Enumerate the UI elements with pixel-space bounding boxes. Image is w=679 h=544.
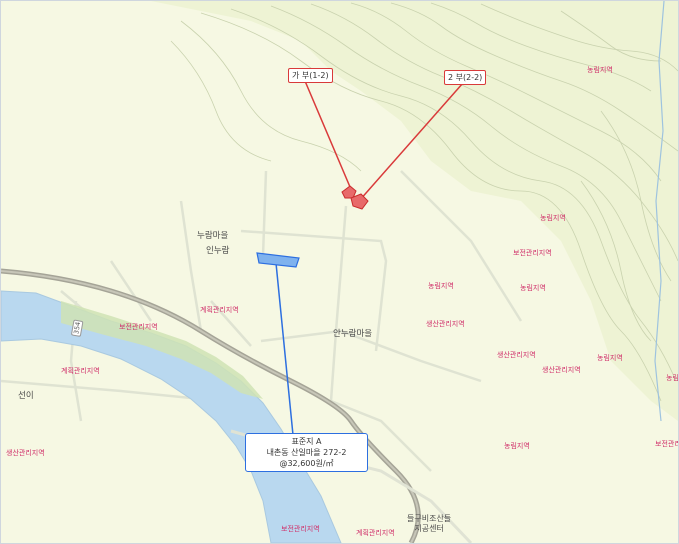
comparable-marker-a[interactable]: 가 부(1-2) (288, 68, 333, 83)
zone-label: 생산관리지역 (426, 320, 465, 328)
red-parcel-a (341, 185, 357, 199)
zone-label: 계획관리지역 (61, 367, 100, 375)
callout-title: 표준지 A (291, 437, 322, 446)
zone-label: 생산관리지역 (6, 449, 45, 457)
zone-label: 보전관리지역 (513, 249, 552, 257)
zone-label: 농림지역 (428, 282, 454, 290)
zone-label: 계획관리지역 (356, 529, 395, 537)
zone-label: 농림지역 (597, 354, 623, 362)
subject-parcel-callout[interactable]: 표준지 A 내촌동 산일마을 272-2 @32,600원/㎡ (245, 433, 368, 472)
zone-label: 농림지역 (520, 284, 546, 292)
place-label-nuram: 누람마을 (197, 231, 229, 241)
comparable-marker-b[interactable]: 2 부(2-2) (444, 70, 487, 85)
zone-label: 보전관리지역 (119, 323, 158, 331)
map-canvas[interactable]: 누람마을 인누람 안누람마을 선이 들구비조산들 지공센터 354 농림지역 농… (0, 0, 679, 544)
zone-label: 보전관리지역 (655, 440, 678, 448)
callout-address: 내촌동 산일마을 272-2 (266, 448, 347, 457)
zone-label: 농림지역 (540, 214, 566, 222)
place-label-center: 들구비조산들 지공센터 (407, 514, 452, 533)
river (1, 290, 342, 543)
callout-price: @32,600원/㎡ (279, 459, 334, 468)
zone-label: 생산관리지역 (497, 351, 536, 359)
zone-label: 농림지역 (587, 66, 613, 74)
place-label-seoni: 선이 (18, 391, 34, 401)
zone-label: 계획관리지역 (200, 306, 239, 314)
zone-label: 보전관리지역 (281, 525, 320, 533)
place-label-innuram-maeul: 안누람마을 (333, 329, 373, 339)
place-label-innuram: 인누람 (206, 246, 230, 256)
blue-parcel (256, 252, 300, 268)
zone-label: 농림지역 (666, 374, 679, 382)
zone-label: 생산관리지역 (542, 366, 581, 374)
blue-marker-line (275, 262, 294, 436)
zone-label: 농림지역 (504, 442, 530, 450)
